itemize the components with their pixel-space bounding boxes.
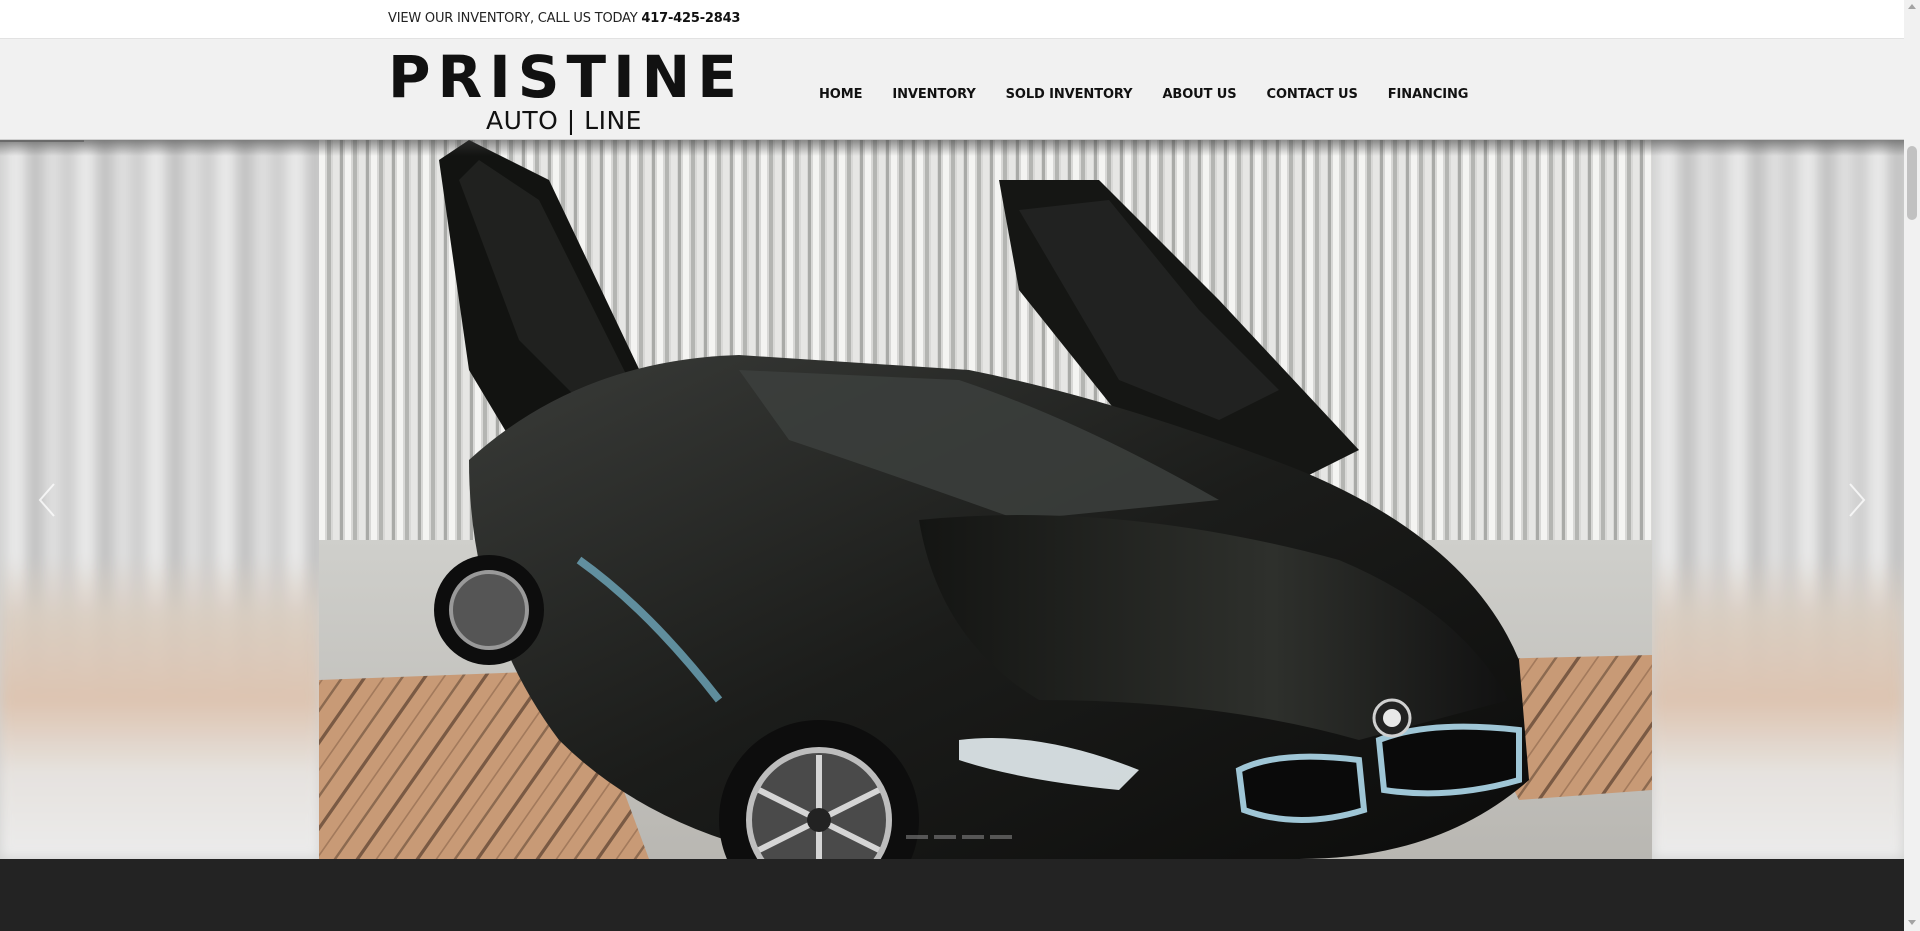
main-nav: HOME INVENTORY SOLD INVENTORY ABOUT US C… bbox=[804, 85, 1483, 105]
site-header: PRISTINE AUTO | LINE HOME INVENTORY SOLD… bbox=[0, 38, 1904, 140]
topbar-phone-link[interactable]: 417-425-2843 bbox=[641, 11, 740, 26]
slider-dot[interactable] bbox=[962, 835, 984, 839]
slider-dot[interactable] bbox=[990, 835, 1012, 839]
logo-sub-text: AUTO | LINE bbox=[486, 106, 642, 135]
scrollbar-thumb[interactable] bbox=[1907, 146, 1917, 220]
slider-progress-bar bbox=[0, 140, 84, 142]
nav-item-contact-us[interactable]: CONTACT US bbox=[1252, 85, 1373, 105]
slider-prev-button[interactable] bbox=[34, 480, 64, 520]
topbar-call-text: VIEW OUR INVENTORY, CALL US TODAY 417-42… bbox=[388, 11, 740, 26]
slider-dot[interactable] bbox=[934, 835, 956, 839]
chevron-left-icon bbox=[38, 483, 55, 517]
dark-footer-band bbox=[0, 859, 1904, 931]
chevron-right-icon bbox=[1849, 483, 1866, 517]
site-logo[interactable]: PRISTINE AUTO | LINE bbox=[388, 45, 740, 137]
nav-item-inventory[interactable]: INVENTORY bbox=[877, 85, 990, 105]
nav-item-home[interactable]: HOME bbox=[804, 85, 877, 105]
hero-slide-image bbox=[319, 140, 1652, 859]
nav-item-sold-inventory[interactable]: SOLD INVENTORY bbox=[991, 85, 1148, 105]
car-photo bbox=[319, 140, 1652, 859]
logo-main-text: PRISTINE bbox=[388, 43, 744, 111]
scroll-down-icon[interactable] bbox=[1908, 920, 1916, 925]
page-scrollbar[interactable] bbox=[1904, 0, 1920, 931]
scroll-up-icon[interactable] bbox=[1908, 4, 1916, 9]
slider-next-button[interactable] bbox=[1840, 480, 1870, 520]
nav-item-financing[interactable]: FINANCING bbox=[1373, 85, 1484, 105]
hero-slider bbox=[0, 140, 1904, 859]
top-bar: VIEW OUR INVENTORY, CALL US TODAY 417-42… bbox=[0, 0, 1904, 38]
topbar-inventory-text: VIEW OUR INVENTORY, CALL US TODAY bbox=[388, 11, 638, 26]
slider-dot[interactable] bbox=[906, 835, 928, 839]
nav-item-about-us[interactable]: ABOUT US bbox=[1147, 85, 1251, 105]
slider-pagination bbox=[906, 835, 1012, 839]
